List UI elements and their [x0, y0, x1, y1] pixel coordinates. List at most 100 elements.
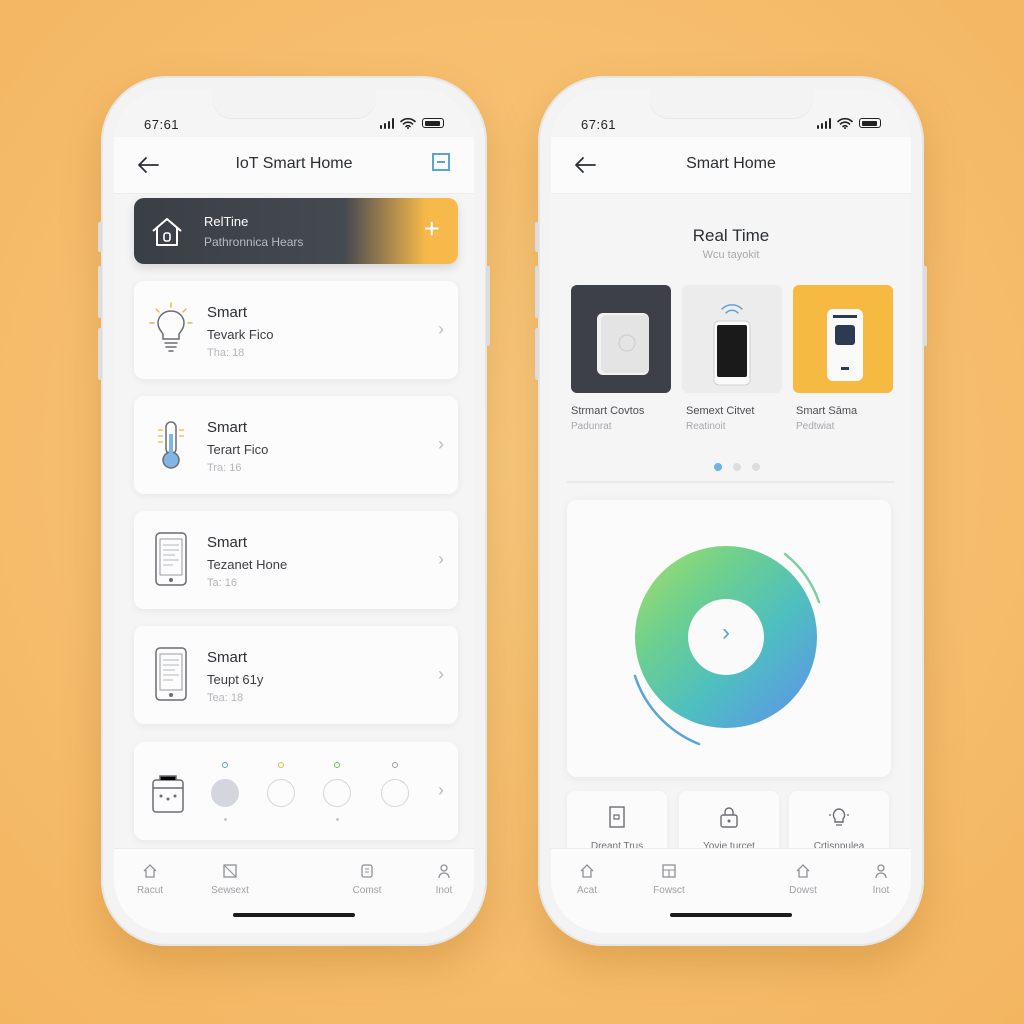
page-title: Smart Home	[686, 155, 776, 172]
tab-profile[interactable]: Inot	[414, 863, 474, 896]
banner-title: RelTine	[204, 214, 249, 229]
mode-option[interactable]	[211, 779, 239, 807]
chevron-right-icon: ›	[438, 549, 444, 569]
home-indicator[interactable]	[670, 913, 792, 917]
card-title: Smart	[207, 649, 248, 666]
right-phone: 67:61 Smart Home Real Time Wcu tayokit S…	[535, 76, 927, 946]
card-title: Smart	[207, 534, 248, 551]
device-name: Smart Sāma	[796, 405, 858, 417]
status-icons	[379, 117, 444, 129]
home-icon	[152, 218, 182, 246]
divider	[567, 481, 895, 483]
menu-button[interactable]	[432, 153, 450, 171]
tab-label: Acat	[576, 885, 597, 896]
mode-option[interactable]	[323, 779, 351, 807]
tab-label: Dowst	[789, 885, 817, 896]
chevron-right-icon[interactable]: ›	[438, 780, 444, 801]
add-button[interactable]: +	[424, 214, 440, 244]
lightbulb-icon	[149, 302, 193, 352]
device-tile[interactable]	[682, 285, 782, 393]
device-card[interactable]: Smart Tevark Fico Tha: 18 ›	[134, 281, 458, 379]
card-meta: Tea: 18	[207, 692, 244, 704]
chevron-right-icon: ›	[438, 664, 444, 684]
banner-subtitle: Pathronnica Hears	[204, 235, 304, 249]
device-tile[interactable]	[793, 285, 893, 393]
smart-lock-icon	[827, 309, 863, 381]
tab-home[interactable]: Acat	[557, 863, 617, 896]
section-subtitle: Wcu tayokit	[702, 249, 760, 261]
home-icon	[143, 864, 157, 878]
page-title: IoT Smart Home	[235, 155, 353, 172]
app-header: Smart Home	[551, 137, 911, 194]
power-button	[923, 266, 927, 346]
tab-devices[interactable]: Dowst	[773, 863, 833, 896]
volume-down-button	[98, 328, 102, 380]
card-title: Smart	[207, 304, 248, 321]
signal-icon	[816, 117, 831, 129]
page-dot[interactable]	[714, 463, 722, 471]
page-dot[interactable]	[752, 463, 760, 471]
device-name: Strmart Covtos	[571, 405, 645, 417]
wifi-icon	[837, 117, 853, 129]
wifi-icon	[400, 117, 416, 129]
device-card[interactable]: Smart Terart Fico Tra: 16 ›	[134, 396, 458, 494]
user-icon	[438, 864, 450, 879]
card-title: Smart	[207, 419, 248, 436]
battery-icon	[859, 118, 881, 128]
door-icon	[609, 806, 625, 828]
device-status: Reatinoit	[686, 421, 726, 432]
status-bar: 67:61	[581, 115, 881, 133]
mute-switch	[98, 222, 102, 252]
appliance-icon	[152, 775, 184, 813]
status-time: 67:61	[581, 117, 617, 132]
thermometer-icon	[158, 421, 184, 469]
volume-down-button	[535, 328, 539, 380]
tab-scenes[interactable]: Fowsct	[639, 863, 699, 896]
phone-device-icon	[155, 647, 187, 701]
indicator-dot	[222, 762, 228, 768]
home-icon	[580, 864, 594, 878]
card-subtitle: Tezanet Hone	[207, 557, 288, 572]
app-header: IoT Smart Home	[114, 137, 474, 194]
tab-label: Comst	[352, 885, 382, 896]
lock-icon	[720, 807, 738, 828]
tab-devices[interactable]: Comst	[337, 863, 397, 896]
device-tile[interactable]	[571, 285, 671, 393]
tab-profile[interactable]: Inot	[851, 863, 911, 896]
indicator-dot	[334, 762, 340, 768]
tab-label: Inot	[435, 885, 453, 896]
card-meta: Tha: 18	[207, 347, 245, 359]
tab-scenes[interactable]: Sewsext	[200, 863, 260, 896]
power-button	[486, 266, 490, 346]
device-card[interactable]: Smart Tezanet Hone Ta: 16 ›	[134, 511, 458, 609]
volume-up-button	[98, 266, 102, 318]
chevron-right-icon: ›	[722, 619, 730, 646]
tab-label: Racut	[136, 885, 164, 896]
control-dial[interactable]: ›	[635, 546, 817, 728]
home-indicator[interactable]	[233, 913, 355, 917]
device-status: Padunrat	[571, 421, 612, 432]
mode-option[interactable]	[267, 779, 295, 807]
card-subtitle: Tevark Fico	[207, 327, 274, 342]
indicator-dot	[278, 762, 284, 768]
chevron-right-icon: ›	[438, 434, 444, 454]
square-icon	[223, 864, 237, 878]
right-screen: 67:61 Smart Home Real Time Wcu tayokit S…	[551, 89, 911, 933]
hub-device-icon	[597, 313, 649, 375]
tab-bar: Acat Fowsct Dowst Inot	[551, 848, 911, 933]
tab-label: Inot	[872, 885, 890, 896]
page-dot[interactable]	[733, 463, 741, 471]
mode-selector-card: ›	[134, 742, 458, 840]
status-bar: 67:61	[144, 115, 444, 133]
signal-icon	[379, 117, 394, 129]
card-subtitle: Terart Fico	[207, 442, 269, 457]
battery-icon	[422, 118, 444, 128]
dial-center-button[interactable]: ›	[688, 599, 764, 675]
mode-option[interactable]	[381, 779, 409, 807]
tab-home[interactable]: Racut	[120, 863, 180, 896]
tab-bar: Racut Sewsext Comst Inot	[114, 848, 474, 933]
indicator-dot	[392, 762, 398, 768]
device-card[interactable]: Smart Teupt 61y Tea: 18 ›	[134, 626, 458, 724]
realtime-banner[interactable]: RelTine Pathronnica Hears +	[134, 198, 458, 264]
grid-icon	[662, 864, 676, 878]
